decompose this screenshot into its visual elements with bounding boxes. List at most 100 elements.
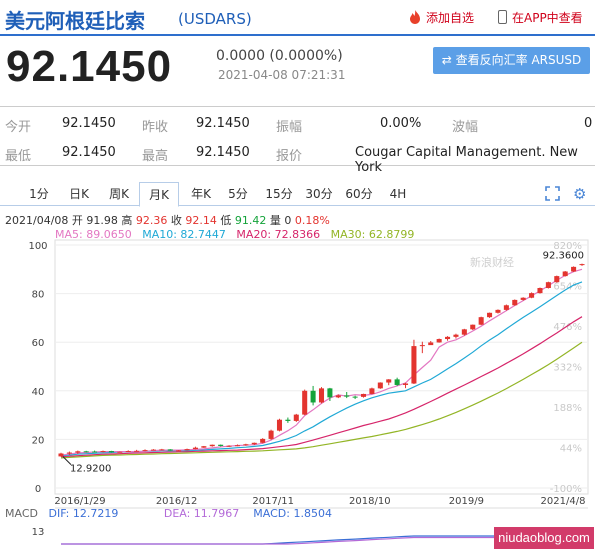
ohlc-high-label: 高 <box>121 214 133 227</box>
candle-body <box>411 346 417 384</box>
candle-body <box>142 450 148 452</box>
tab-5min[interactable]: 5分 <box>224 182 252 206</box>
x-tick-label: 2017/11 <box>252 496 294 507</box>
candle-body <box>243 444 249 446</box>
candle-body <box>75 451 81 453</box>
reverse-rate-button[interactable]: ⇄ 查看反向汇率 ARSUSD <box>433 47 590 74</box>
max-value-label: 92.3600 <box>543 251 584 262</box>
candle-body <box>218 444 224 446</box>
macd-dea: DEA: 11.7967 <box>163 507 240 520</box>
ohlc-close-label: 收 <box>170 214 182 227</box>
candle-body <box>445 336 451 340</box>
wave-label: 波幅 <box>452 120 479 135</box>
symbol-code: (USDARS) <box>178 10 252 28</box>
candle-body <box>461 329 467 335</box>
swap-icon: ⇄ <box>441 53 456 67</box>
candle-body <box>436 339 442 343</box>
ohlc-open: 91.98 <box>86 214 118 227</box>
y-tick-label: 80 <box>32 290 45 301</box>
tab-weekly[interactable]: 周K <box>102 182 136 206</box>
y-tick-label: 100 <box>28 241 47 252</box>
candle-body <box>352 396 358 398</box>
candle-body <box>293 414 299 421</box>
candle-body <box>453 334 459 337</box>
candle-body <box>428 342 434 346</box>
page-title: 美元阿根廷比索 <box>5 9 145 33</box>
fullscreen-icon[interactable] <box>545 186 560 201</box>
macd-axis-label: 13 <box>32 527 45 538</box>
tab-15min[interactable]: 15分 <box>262 182 296 206</box>
candle-body <box>134 450 140 452</box>
x-tick-label: 2018/10 <box>349 496 391 507</box>
x-tick-label: 2021/4/8 <box>541 496 586 507</box>
tab-60min[interactable]: 60分 <box>342 182 376 206</box>
candle-body <box>529 293 535 298</box>
tab-30min[interactable]: 30分 <box>302 182 336 206</box>
high-label: 最高 <box>142 149 169 164</box>
candle-body <box>537 288 543 294</box>
open-label: 今开 <box>5 120 32 135</box>
pct-tick-label: 332% <box>553 363 582 374</box>
candle-body <box>470 324 476 330</box>
low-label: 最低 <box>5 149 32 164</box>
candle-body <box>554 276 560 283</box>
quoter-label: 报价 <box>276 149 303 164</box>
candle-body <box>419 345 425 347</box>
settings-icon[interactable]: ⚙ <box>573 185 586 203</box>
reverse-rate-label: 查看反向汇率 ARSUSD <box>455 53 582 67</box>
y-tick-label: 0 <box>35 484 41 495</box>
x-tick-label: 2016/1/29 <box>54 496 105 507</box>
high-value: 92.1450 <box>196 145 250 160</box>
y-tick-label: 40 <box>32 387 45 398</box>
quoter-value: Cougar Capital Management. New York <box>355 145 578 175</box>
candle-body <box>108 451 114 453</box>
candle-body <box>335 395 341 398</box>
stats-panel: 今开 92.1450 昨收 92.1450 振幅 0.00% 波幅 0 最低 9… <box>0 106 595 175</box>
x-tick-label: 2016/12 <box>156 496 198 507</box>
candle-body <box>192 447 198 450</box>
candle-body <box>285 419 291 421</box>
prev-close-value: 92.1450 <box>196 116 250 131</box>
header-bar: 美元阿根廷比索 (USDARS) 添加自选 在APP中查看 <box>0 0 595 36</box>
candle-body <box>394 379 400 385</box>
price-change: 0.0000 (0.0000%) <box>216 48 343 64</box>
candle-body <box>579 264 585 266</box>
candle-body <box>344 395 350 397</box>
open-in-app-button[interactable]: 在APP中查看 <box>498 9 583 26</box>
candle-body <box>260 438 266 443</box>
ohlc-low-label: 低 <box>220 214 232 227</box>
macd-legend: MACD DIF: 12.7219 DEA: 11.7967 MACD: 1.8… <box>5 507 332 520</box>
candle-body <box>125 451 131 453</box>
candle-body <box>226 445 232 447</box>
tab-4h[interactable]: 4H <box>383 182 413 206</box>
y-tick-label: 60 <box>32 338 45 349</box>
tab-yearly[interactable]: 年K <box>184 182 218 206</box>
candle-body <box>487 312 493 318</box>
tab-monthly[interactable]: 月K <box>139 182 179 207</box>
candle-body <box>512 299 518 306</box>
pct-tick-label: 44% <box>560 444 582 455</box>
flame-icon <box>410 10 420 24</box>
candle-body <box>184 449 190 451</box>
candle-body <box>386 379 392 383</box>
candle-body <box>360 393 367 397</box>
ma20-line <box>60 316 583 458</box>
tab-daily[interactable]: 日K <box>62 182 96 206</box>
macd-value: MACD: 1.8504 <box>253 507 332 520</box>
wave-value: 0 <box>584 116 593 131</box>
candle-body <box>403 383 409 385</box>
candle-body <box>150 449 156 451</box>
candle-body <box>478 317 484 325</box>
add-favorite-button[interactable]: 添加自选 <box>408 9 474 26</box>
candle-body <box>159 449 165 451</box>
candle-body <box>83 451 89 453</box>
candle-body <box>268 430 274 439</box>
ohlc-high: 92.36 <box>135 214 168 227</box>
candle-body <box>176 450 182 452</box>
add-favorite-label: 添加自选 <box>426 11 475 25</box>
tab-1min[interactable]: 1分 <box>25 182 53 206</box>
ohlc-volume: 0 <box>284 214 292 227</box>
candle-body <box>302 390 308 415</box>
candle-body <box>117 451 123 453</box>
pct-tick-label: 188% <box>553 403 582 414</box>
